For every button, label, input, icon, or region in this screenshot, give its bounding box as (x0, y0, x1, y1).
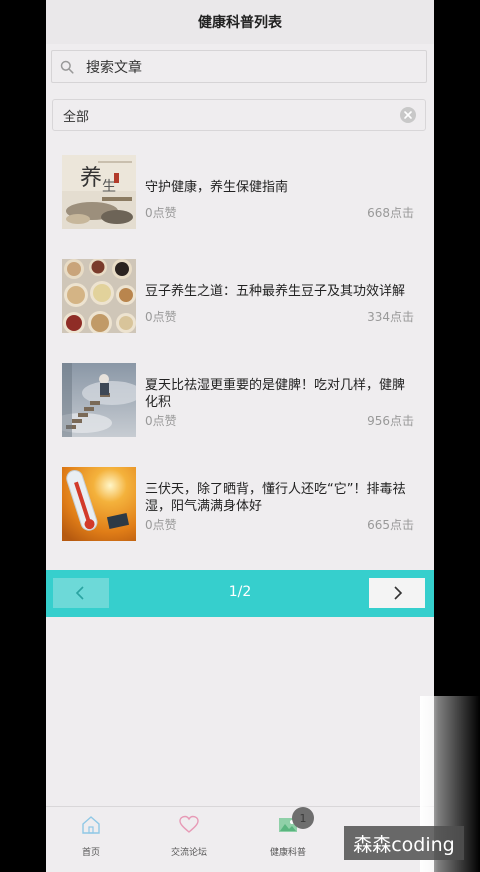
heart-icon (179, 815, 199, 833)
watermark-text: 森森coding (353, 833, 455, 856)
article-likes: 0点赞 (145, 414, 177, 428)
clear-icon[interactable] (399, 106, 417, 124)
tab-badge: 1 (292, 807, 314, 829)
home-icon (82, 816, 100, 834)
tab-label: 健康科普 (269, 848, 306, 858)
article-text: 三伏天，除了晒背，懂行人还吃“它”！排毒祛湿，阳气满满身体好 0点赞 665点击 (145, 467, 416, 541)
article-likes: 0点赞 (145, 206, 177, 220)
prev-page-button[interactable] (53, 578, 109, 608)
page-indicator: 1/2 (228, 584, 252, 600)
article-item[interactable]: 豆子养生之道：五种最养生豆子及其功效详解 0点赞 334点击 (62, 259, 416, 335)
article-thumbnail: 养 生 (62, 155, 136, 229)
article-thumbnail (62, 259, 136, 333)
article-title: 三伏天，除了晒背，懂行人还吃“它”！排毒祛湿，阳气满满身体好 (145, 482, 406, 514)
article-clicks: 665点击 (367, 518, 414, 532)
article-likes: 0点赞 (145, 518, 177, 532)
article-clicks: 334点击 (367, 310, 414, 324)
svg-text:生: 生 (102, 179, 116, 195)
tab-home[interactable]: 首页 (56, 813, 126, 859)
article-clicks: 956点击 (367, 414, 414, 428)
article-text: 夏天比祛湿更重要的是健脾！吃对几样，健脾化积 0点赞 956点击 (145, 363, 416, 437)
article-text: 守护健康，养生保健指南 0点赞 668点击 (145, 155, 416, 229)
article-thumbnail (62, 467, 136, 541)
tab-forum[interactable]: 交流论坛 (154, 813, 224, 859)
article-likes: 0点赞 (145, 310, 177, 324)
article-text: 豆子养生之道：五种最养生豆子及其功效详解 0点赞 334点击 (145, 259, 416, 333)
search-icon (60, 60, 74, 74)
article-item[interactable]: 夏天比祛湿更重要的是健脾！吃对几样，健脾化积 0点赞 956点击 (62, 363, 416, 439)
svg-text:养: 养 (80, 166, 102, 191)
article-item[interactable]: 三伏天，除了晒背，懂行人还吃“它”！排毒祛湿，阳气满满身体好 0点赞 665点击 (62, 467, 416, 543)
category-select[interactable]: 全部 (52, 99, 426, 131)
chevron-left-icon (75, 586, 84, 600)
category-value: 全部 (63, 109, 90, 125)
article-item[interactable]: 养 生 守护健康，养生保健指南 0点赞 668点击 (62, 155, 416, 231)
tab-label: 首页 (81, 848, 100, 858)
article-title: 豆子养生之道：五种最养生豆子及其功效详解 (145, 284, 406, 299)
pagination: 1/2 (46, 570, 434, 617)
article-title: 守护健康，养生保健指南 (145, 180, 289, 195)
app-screen: 健康科普列表 搜索文章 全部 养 生 守护健康，养生保健指南 0点赞 668点击… (46, 0, 434, 872)
page-title: 健康科普列表 (198, 15, 282, 31)
article-clicks: 668点击 (367, 206, 414, 220)
chevron-right-icon (394, 586, 403, 600)
top-bar: 健康科普列表 (46, 0, 434, 44)
article-title: 夏天比祛湿更重要的是健脾！吃对几样，健脾化积 (145, 378, 406, 410)
next-page-button[interactable] (369, 578, 425, 608)
tab-label: 交流论坛 (170, 848, 207, 858)
search-placeholder: 搜索文章 (86, 59, 142, 76)
article-thumbnail (62, 363, 136, 437)
search-input[interactable]: 搜索文章 (51, 50, 427, 83)
watermark: 森森coding (344, 826, 464, 860)
